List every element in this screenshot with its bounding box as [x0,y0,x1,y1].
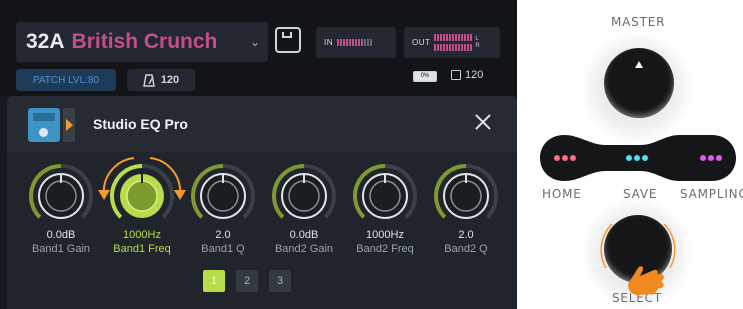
chevron-down-icon: ⌄ [249,35,260,49]
home-button[interactable] [554,155,576,161]
cpu-icon [451,70,461,80]
patch-selector[interactable]: 32A British Crunch ⌄ [16,22,268,62]
top-bar: 32A British Crunch ⌄ IN OUT LR PATCH LVL… [0,0,517,96]
patch-name: British Crunch [71,30,218,53]
knob-dial [272,164,336,219]
knob-dial [353,164,417,219]
patch-level-button[interactable]: PATCH LVL:80 [16,69,116,91]
metronome-icon [142,73,155,87]
knob-value: 2.0 [215,229,231,241]
output-meter-label: OUT [412,38,431,47]
page-button-2[interactable]: 2 [236,270,258,292]
tempo-button[interactable]: 120 [127,69,195,91]
page-indicator: 123 [203,270,291,292]
knob-label: Band1 Gain [31,243,91,255]
cpu-status: 120 [451,69,483,81]
expand-arrow-icon[interactable] [63,108,75,142]
input-meter-bars [337,39,372,46]
knob-band1-gain[interactable]: 0.0dB Band1 Gain [23,162,99,257]
knob-band2-gain[interactable]: 0.0dB Band2 Gain [266,162,342,257]
page-button-1[interactable]: 1 [203,270,225,292]
output-channel-labels: LR [475,35,480,49]
knob-pointer-icon [635,61,643,68]
knob-label: Band1 Q [201,243,245,255]
sampling-button[interactable] [700,155,722,161]
output-meter: OUT LR [404,27,500,58]
knob-band1-q[interactable]: 2.0 Band1 Q [185,162,261,257]
knob-value: 0.0dB [289,229,319,241]
device-screen: 32A British Crunch ⌄ IN OUT LR PATCH LVL… [0,0,517,309]
effect-panel-header: Studio EQ Pro [7,96,517,152]
input-meter: IN [316,27,396,58]
knob-value: 0.0dB [46,229,76,241]
hand-pointer-icon [628,266,664,295]
sampling-label: SAMPLING [680,187,743,201]
effect-name: Studio EQ Pro [93,116,188,132]
home-label: HOME [542,187,582,201]
master-label: MASTER [611,15,666,29]
effect-panel: Studio EQ Pro 0.0dB Band1 Gain 1000Hz Band1… [7,96,517,309]
knob-value: 2.0 [458,229,474,241]
knob-band2-freq[interactable]: 1000Hz Band2 Freq [347,162,423,257]
input-meter-label: IN [324,38,333,47]
knob-band1-freq[interactable]: 1000Hz Band1 Freq [98,157,186,257]
knob-label: Band2 Freq [356,243,414,255]
knob-label: Band1 Freq [113,243,171,255]
master-knob[interactable] [604,48,674,118]
pedal-icon[interactable] [28,108,60,142]
close-icon[interactable] [473,112,493,132]
knob-label: Band2 Q [444,243,488,255]
turn-arrows-icon [98,157,186,200]
save-icon[interactable] [275,27,301,53]
knob-value: 1000Hz [123,229,161,241]
knob-label: Band2 Gain [274,243,334,255]
tempo-value: 120 [160,74,180,86]
save-button[interactable] [626,155,648,161]
output-meter-bars [434,34,473,51]
knob-dial [434,164,498,219]
hardware-controls: MASTER HOME SAVE SAMPLING SELECT [524,0,743,309]
knob-dial [191,164,255,219]
patch-number: 32A [26,30,65,53]
knob-dial [29,164,93,219]
battery-icon: 0% [413,71,437,82]
knob-value: 1000Hz [366,229,404,241]
mode-button-bar [540,133,736,183]
cpu-value: 120 [465,69,484,81]
page-button-3[interactable]: 3 [269,270,291,292]
knob-band2-q[interactable]: 2.0 Band2 Q [428,162,504,257]
